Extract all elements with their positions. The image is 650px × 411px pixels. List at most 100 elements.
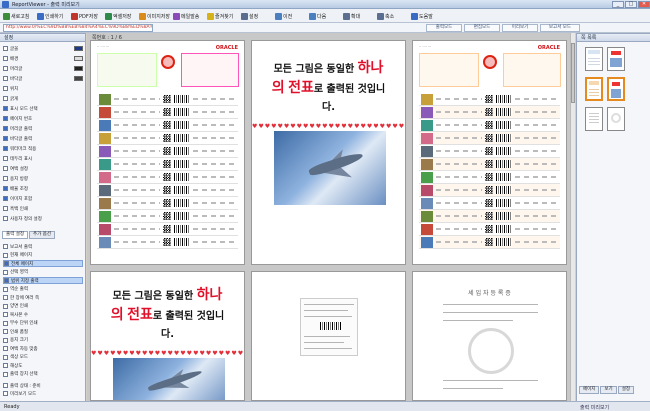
print-option-checkbox[interactable] [4, 278, 9, 283]
toolbar-button-1[interactable]: 인쇄하기 [37, 11, 63, 21]
setting-row[interactable]: 표시 모드 선택 [3, 105, 83, 112]
setting-row[interactable]: 워터마크 적용 [3, 145, 83, 152]
setting-checkbox[interactable] [3, 66, 8, 71]
setting-row[interactable]: 테두리 표시 [3, 155, 83, 162]
setting-checkbox[interactable] [3, 206, 8, 211]
setting-checkbox[interactable] [3, 176, 8, 181]
print-option-checkbox[interactable] [3, 269, 8, 275]
preview-page-6[interactable]: 세 입 자 등 록 증 [412, 271, 567, 401]
thumbnail-page-5[interactable] [585, 107, 603, 131]
tab-extra-options[interactable]: 추가 옵션 [29, 231, 55, 239]
thumbnail-page-3[interactable] [585, 77, 603, 101]
close-button[interactable]: ✕ [638, 1, 650, 8]
preview-page-4[interactable]: 모든 그림은 동일한 하나 의 전표로 출력된 것입니 다. ♥♥♥♥♥♥♥♥♥… [90, 271, 245, 401]
setting-row[interactable]: 흑백 인쇄 [3, 205, 83, 212]
preview-scrollbar[interactable] [570, 33, 575, 401]
thumbnail-page-1[interactable] [585, 47, 603, 71]
print-option-row[interactable]: 현재 페이지 [3, 252, 83, 259]
preview-page-3[interactable]: ·· ···· ··· ORACLE [412, 40, 567, 265]
minimize-button[interactable]: _ [612, 1, 624, 8]
print-option-checkbox[interactable] [3, 244, 8, 249]
print-option-checkbox[interactable] [3, 312, 8, 317]
thumbnail-page-6[interactable] [607, 107, 625, 131]
print-option-checkbox[interactable] [3, 295, 8, 300]
toolbar-button-5[interactable]: 메일발송 [173, 11, 199, 21]
setting-checkbox[interactable] [3, 166, 8, 171]
print-option-row[interactable]: 용지 크기 [3, 337, 83, 344]
toolbar-button-3[interactable]: 엑셀저장 [105, 11, 131, 21]
setting-row[interactable]: 페이지 번호 [3, 115, 83, 122]
print-option-checkbox[interactable] [4, 261, 9, 266]
toolbar-button-4[interactable]: 이미지저장 [139, 11, 170, 21]
setting-row[interactable]: 위치 [3, 85, 83, 92]
setting-row[interactable]: 머리글 출력 [3, 125, 83, 132]
print-option-checkbox[interactable] [3, 329, 8, 334]
print-option-row[interactable]: 한 장에 여러 쪽 [3, 294, 83, 301]
tab-report-mode[interactable]: 보고서 모드 [540, 24, 580, 32]
setting-checkbox[interactable] [3, 156, 8, 161]
print-option-row[interactable]: 선택 영역 [3, 269, 83, 276]
toolbar-button-8[interactable]: 이전 [275, 11, 292, 21]
print-option-checkbox[interactable] [3, 286, 8, 292]
setting-checkbox[interactable] [3, 126, 8, 131]
toolbar-button-9[interactable]: 다음 [309, 11, 326, 21]
print-option-checkbox[interactable] [3, 346, 8, 351]
setting-row[interactable]: 사용자 정의 설정 [3, 215, 83, 222]
thumbnail-page-4[interactable] [607, 77, 625, 101]
print-option-row[interactable]: 범위 지정 출력 [3, 277, 83, 284]
setting-row[interactable]: 바닥글 출력 [3, 135, 83, 142]
setting-row[interactable]: 배경 [3, 55, 83, 62]
setting-checkbox[interactable] [3, 46, 8, 51]
preview-page-5[interactable] [251, 271, 406, 401]
color-swatch[interactable] [74, 46, 83, 51]
print-option-row[interactable]: 전체 페이지 [3, 260, 83, 267]
setting-row[interactable]: 글꼴 [3, 45, 83, 52]
tab-print-settings[interactable]: 출력 설정 [2, 231, 28, 239]
setting-row[interactable]: 바닥글 [3, 75, 83, 82]
print-option-checkbox[interactable] [3, 371, 8, 377]
setting-row[interactable]: 이미지 포함 [3, 195, 83, 202]
print-option-checkbox[interactable] [3, 252, 8, 258]
setting-checkbox[interactable] [3, 216, 8, 221]
print-option-row[interactable]: 여백 자동 맞춤 [3, 345, 83, 352]
maximize-button[interactable]: □ [625, 1, 637, 8]
tab-thumb-pages[interactable]: 페이지 [579, 386, 600, 394]
setting-checkbox[interactable] [3, 146, 8, 151]
preview-page-1[interactable]: ·· ···· ··· ORACLE [90, 40, 245, 265]
toolbar-button-2[interactable]: PDF저장 [71, 11, 98, 21]
setting-row[interactable]: 여백 설정 [3, 165, 83, 172]
color-swatch[interactable] [74, 76, 83, 81]
print-option-checkbox[interactable] [3, 320, 8, 326]
setting-row[interactable]: 굵게 [3, 95, 83, 102]
print-option-row[interactable]: 복사본 수 [3, 311, 83, 318]
preview-page-2[interactable]: 모든 그림은 동일한 하나 의 전표로 출력된 것입니 다. ♥♥♥♥♥♥♥♥♥… [251, 40, 406, 265]
setting-row[interactable]: 머리글 [3, 65, 83, 72]
setting-row[interactable]: 용지 방향 [3, 175, 83, 182]
preview-area[interactable]: 쪽번호 : 1 / 6 ·· ···· ··· ORACLE 모든 그림은 동일한… [87, 33, 575, 401]
print-option-row[interactable]: 양면 인쇄 [3, 303, 83, 310]
print-option-row[interactable]: 인쇄 품질 [3, 328, 83, 335]
toolbar-button-12[interactable]: 도움말 [411, 11, 433, 21]
setting-checkbox[interactable] [3, 116, 8, 121]
setting-row[interactable]: 배율 조정 [3, 185, 83, 192]
setting-checkbox[interactable] [3, 106, 8, 111]
toolbar-button-0[interactable]: 새로고침 [3, 11, 29, 21]
tab-edit-mode[interactable]: 편집모드 [464, 24, 500, 32]
thumbnail-page-2[interactable] [607, 47, 625, 71]
print-option-row[interactable]: 역순 출력 [3, 286, 83, 293]
print-option-row[interactable]: 보고서 출력 [3, 243, 83, 250]
color-swatch[interactable] [74, 56, 83, 61]
setting-checkbox[interactable] [3, 86, 8, 91]
print-option-row[interactable]: 색상 모드 [3, 354, 83, 361]
print-option-checkbox[interactable] [3, 303, 8, 309]
setting-checkbox[interactable] [3, 56, 8, 61]
toolbar-button-11[interactable]: 축소 [377, 11, 394, 21]
toolbar-button-10[interactable]: 확대 [343, 11, 360, 21]
print-option-row[interactable]: 해상도 [3, 362, 83, 369]
address-input[interactable]: http://www.0/%EC%9D%B8%EB%84%A4%EC%9D%B8… [3, 24, 153, 32]
tab-preview[interactable]: 미리보기 [502, 24, 538, 32]
print-option-checkbox[interactable] [3, 363, 8, 368]
setting-checkbox[interactable] [3, 136, 8, 141]
setting-checkbox[interactable] [3, 196, 8, 201]
tab-thumb-view[interactable]: 보기 [600, 386, 617, 394]
